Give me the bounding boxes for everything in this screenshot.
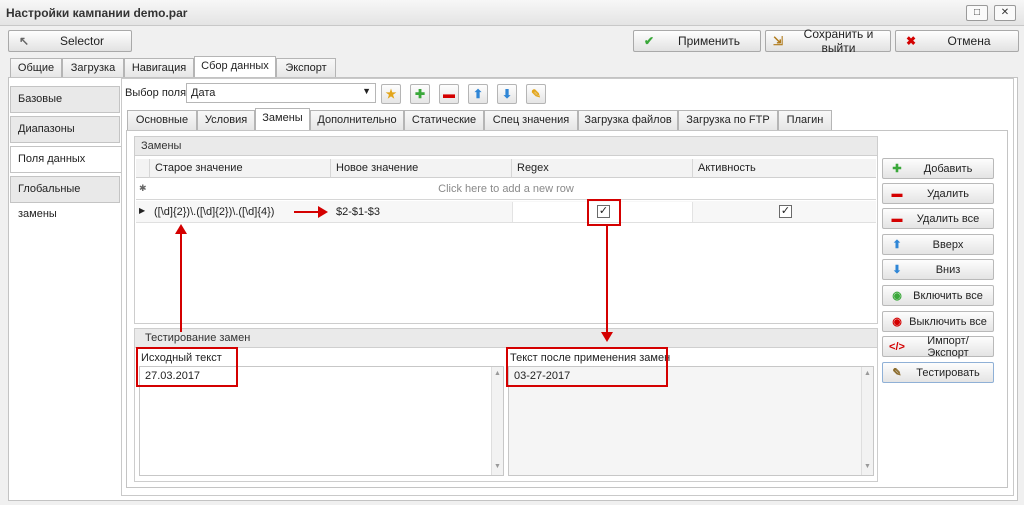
save-exit-icon: ⇲ xyxy=(772,34,784,48)
column-header-activity[interactable]: Активность xyxy=(693,159,876,178)
apply-button[interactable]: ✔ Применить xyxy=(633,30,761,52)
window-title: Настройки кампании demo.par xyxy=(6,6,188,20)
delete-all-button[interactable]: ▬ Удалить все xyxy=(882,208,994,229)
arrow-down-icon: ⬇ xyxy=(892,264,902,276)
source-scrollbar[interactable]: ▲ ▼ xyxy=(491,367,503,475)
minus-icon: ▬ xyxy=(891,212,903,225)
tab-data-collection[interactable]: Сбор данных xyxy=(194,56,276,78)
testing-group-title: Тестирование замен xyxy=(135,329,877,348)
arrowhead-up-icon xyxy=(175,224,187,234)
sidebar-item-basic[interactable]: Базовые xyxy=(10,86,120,113)
subtab-additional[interactable]: Дополнительно xyxy=(310,110,404,130)
sidebar-item-data-fields[interactable]: Поля данных xyxy=(10,146,122,173)
add-field-icon[interactable]: ✚ xyxy=(410,84,430,104)
tab-export[interactable]: Экспорт xyxy=(276,58,336,78)
table-row[interactable]: ▶ ([\d]{2})\.([\d]{2})\.([\d]{4}) $2-$1-… xyxy=(136,201,876,223)
subtab-file-loading[interactable]: Загрузка файлов xyxy=(578,110,678,130)
column-header-old-value[interactable]: Старое значение xyxy=(150,159,331,178)
minus-icon: ▬ xyxy=(891,187,903,200)
window-titlebar: Настройки кампании demo.par □ ✕ xyxy=(0,0,1024,26)
favorite-star-icon[interactable]: ★ xyxy=(381,84,401,104)
annotation-arrow-right xyxy=(294,211,320,213)
cursor-icon: ↖ xyxy=(18,34,30,48)
field-select-dropdown[interactable]: Дата ▼ xyxy=(186,83,376,103)
replacements-group-title: Замены xyxy=(135,137,877,156)
close-icon[interactable]: ✕ xyxy=(994,5,1016,21)
subtab-main[interactable]: Основные xyxy=(127,110,197,130)
field-select-label: Выбор поля xyxy=(125,87,187,99)
result-highlight-box xyxy=(506,347,668,387)
move-down-icon[interactable]: ⬇ xyxy=(497,84,517,104)
code-icon: </> xyxy=(889,340,905,353)
remove-field-icon[interactable]: ▬ xyxy=(439,84,459,104)
arrowhead-down-icon xyxy=(601,332,613,342)
selector-button[interactable]: ↖ Selector xyxy=(8,30,132,52)
chevron-down-icon: ▼ xyxy=(362,86,371,96)
annotation-arrow-up xyxy=(180,232,182,332)
delete-button[interactable]: ▬ Удалить xyxy=(882,183,994,204)
sidebar-item-ranges[interactable]: Диапазоны xyxy=(10,116,120,143)
cancel-button[interactable]: ✖ Отмена xyxy=(895,30,1019,52)
test-button[interactable]: ✎ Тестировать xyxy=(882,362,994,383)
subtab-conditions[interactable]: Условия xyxy=(197,110,255,130)
tab-general[interactable]: Общие xyxy=(10,58,62,78)
regex-highlight-box xyxy=(587,199,621,226)
up-button[interactable]: ⬆ Вверх xyxy=(882,234,994,255)
checkmark-icon: ✔ xyxy=(643,34,655,48)
cancel-icon: ✖ xyxy=(905,34,917,48)
tab-navigation[interactable]: Навигация xyxy=(124,58,194,78)
down-button[interactable]: ⬇ Вниз xyxy=(882,259,994,280)
disable-all-button[interactable]: ◉ Выключить все xyxy=(882,311,994,332)
tab-loading[interactable]: Загрузка xyxy=(62,58,124,78)
row-indicator-header xyxy=(136,159,150,178)
move-up-icon[interactable]: ⬆ xyxy=(468,84,488,104)
subtab-special-values[interactable]: Спец значения xyxy=(484,110,578,130)
subtab-plugin[interactable]: Плагин xyxy=(778,110,832,130)
sidebar-item-global-replacements[interactable]: Глобальные замены xyxy=(10,176,120,220)
subtab-ftp-loading[interactable]: Загрузка по FTP xyxy=(678,110,778,130)
column-header-regex[interactable]: Regex xyxy=(512,159,693,178)
activity-checkbox[interactable]: ✓ xyxy=(779,205,792,218)
save-exit-button[interactable]: ⇲ Сохранить и выйти xyxy=(765,27,891,55)
highlight-icon[interactable]: ✎ xyxy=(526,84,546,104)
plus-icon: ✚ xyxy=(892,163,902,175)
add-button[interactable]: ✚ Добавить xyxy=(882,158,994,179)
annotation-arrow-down xyxy=(606,226,608,334)
subtab-static[interactable]: Статические xyxy=(404,110,484,130)
cell-old-value[interactable]: ([\d]{2})\.([\d]{2})\.([\d]{4}) xyxy=(154,206,274,218)
source-highlight-box xyxy=(136,347,238,387)
new-row[interactable]: ✱ Click here to add a new row xyxy=(136,179,876,200)
enable-all-button[interactable]: ◉ Включить все xyxy=(882,285,994,306)
toggle-on-icon: ◉ xyxy=(892,290,902,302)
maximize-button[interactable]: □ xyxy=(966,5,988,21)
column-header-new-value[interactable]: Новое значение xyxy=(331,159,512,178)
row-pointer-icon: ▶ xyxy=(139,206,146,215)
new-row-hint: Click here to add a new row xyxy=(438,183,574,195)
brush-icon: ✎ xyxy=(892,367,902,379)
subtab-replacements[interactable]: Замены xyxy=(255,108,310,130)
arrow-up-icon: ⬆ xyxy=(892,239,902,251)
arrowhead-right-icon xyxy=(318,206,328,218)
import-export-button[interactable]: </> Импорт/Экспорт xyxy=(882,335,994,359)
result-scrollbar[interactable]: ▲ ▼ xyxy=(861,367,873,475)
toggle-off-icon: ◉ xyxy=(892,316,902,328)
field-select-value: Дата xyxy=(191,87,216,99)
cell-new-value[interactable]: $2-$1-$3 xyxy=(336,206,380,218)
